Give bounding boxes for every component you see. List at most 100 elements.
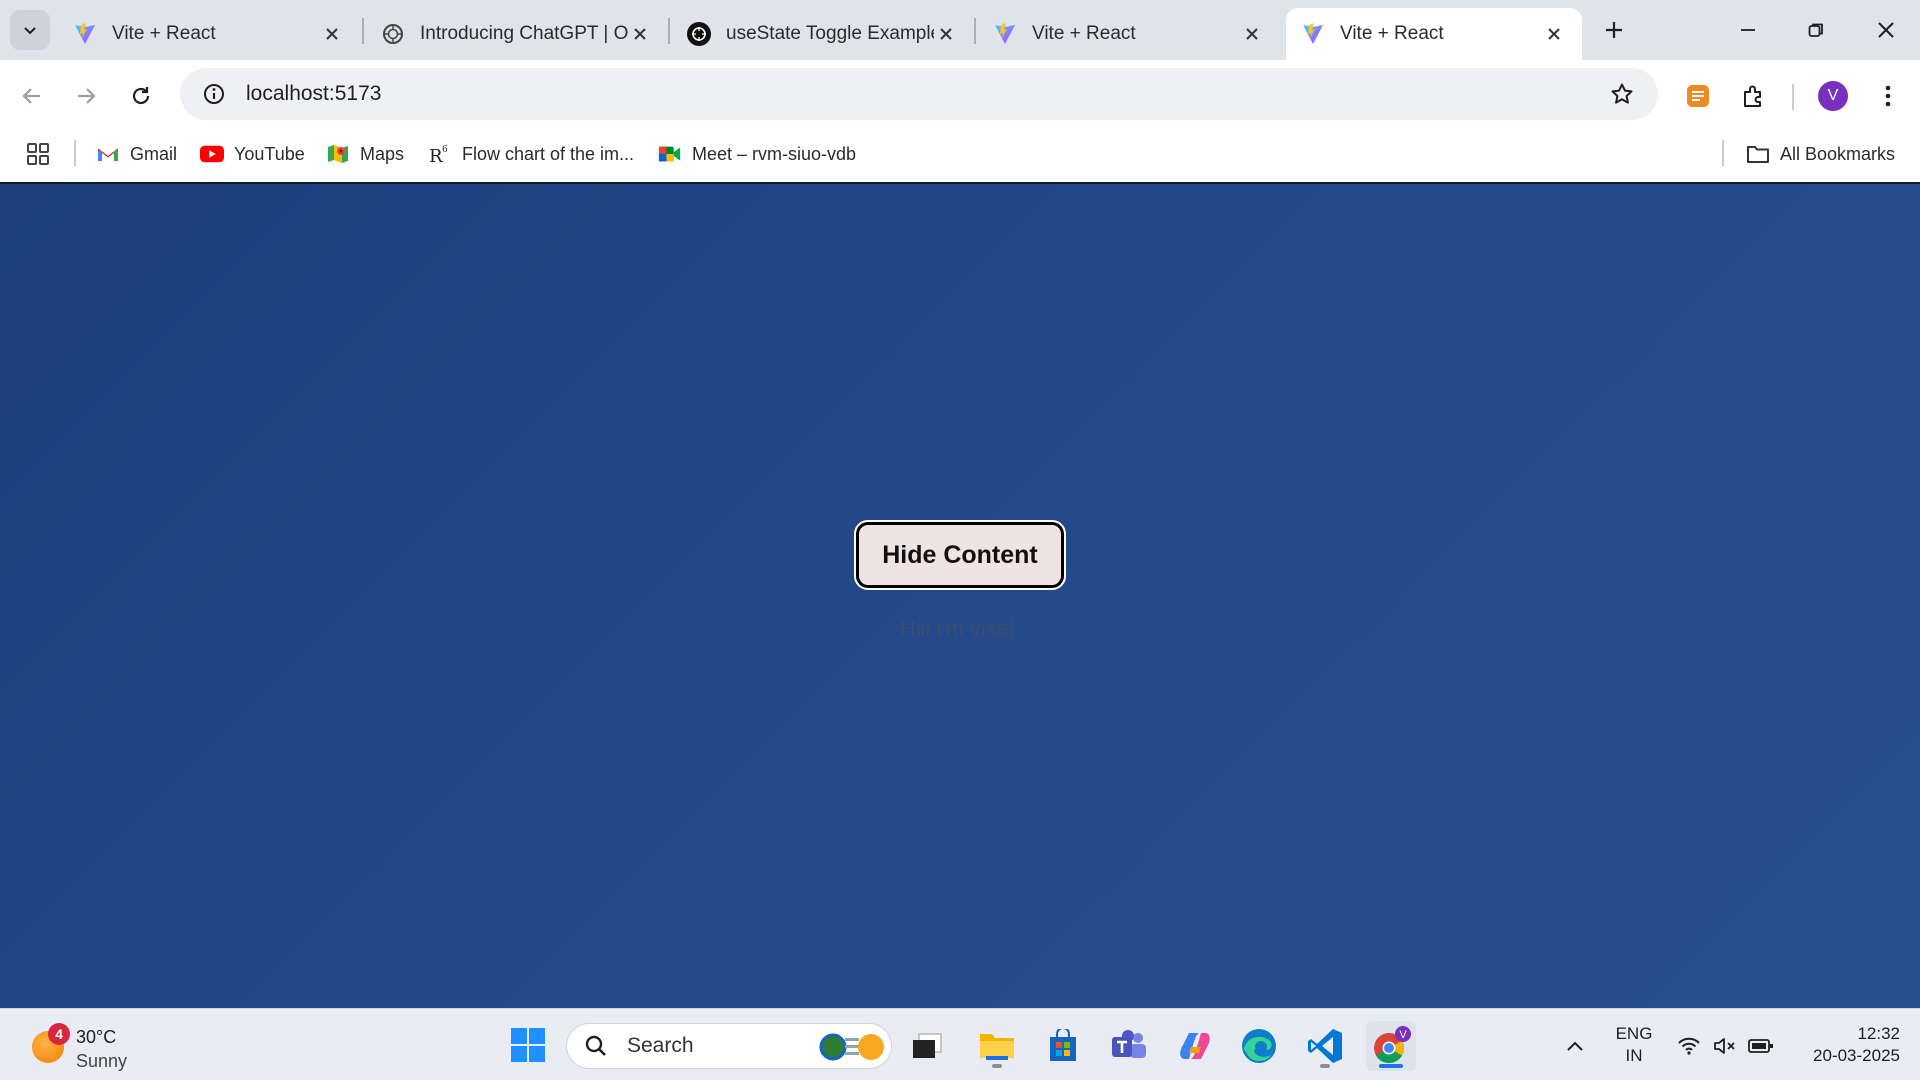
bookmark-meet[interactable]: Meet – rvm-siuo-vdb — [658, 132, 856, 176]
taskbar-edge[interactable] — [1234, 1021, 1284, 1071]
address-bar[interactable]: localhost:5173 — [180, 68, 1658, 120]
taskbar-teams[interactable] — [1104, 1021, 1154, 1071]
taskbar-search-box[interactable]: Search — [566, 1023, 892, 1069]
extension-notes-icon[interactable] — [1676, 74, 1720, 118]
reload-button[interactable] — [121, 76, 161, 116]
tab-title: Introducing ChatGPT | Op — [420, 23, 628, 44]
vscode-icon — [1308, 1029, 1342, 1063]
taskbar-chrome[interactable]: V — [1366, 1021, 1416, 1071]
bookmark-flow-chart[interactable]: R6 Flow chart of the im... — [428, 132, 634, 176]
chrome-icon: V — [1374, 1026, 1411, 1063]
page-viewport: Hide Content Hiii i'm visal. — [0, 182, 1920, 1008]
tab-separator — [668, 18, 670, 44]
tab-title: Vite + React — [1340, 23, 1444, 44]
wifi-status[interactable] — [1672, 1021, 1706, 1071]
running-indicator — [992, 1064, 1002, 1068]
youtube-icon — [200, 142, 224, 166]
system-clock[interactable]: 12:32 20-03-2025 — [1790, 1023, 1900, 1067]
battery-status[interactable] — [1744, 1021, 1778, 1071]
plus-icon — [1606, 22, 1622, 38]
tab-title: useState Toggle Example — [726, 23, 934, 44]
apps-grid-button[interactable] — [26, 132, 50, 176]
taskbar-microsoft-store[interactable] — [1038, 1021, 1088, 1071]
reload-icon — [132, 87, 150, 105]
all-bookmarks-button[interactable]: All Bookmarks — [1746, 132, 1895, 176]
running-indicator — [1320, 1064, 1330, 1068]
bookmark-gmail[interactable]: Gmail — [96, 132, 177, 176]
chrome-profile-initial: V — [1399, 1029, 1407, 1041]
toolbar-divider — [1792, 84, 1794, 110]
forward-button[interactable] — [66, 76, 106, 116]
new-tab-button[interactable] — [1598, 14, 1630, 46]
svg-text:6: 6 — [442, 145, 448, 155]
bookmark-maps[interactable]: Maps — [326, 132, 404, 176]
bookmarks-divider — [74, 140, 76, 166]
arrow-left-icon — [22, 88, 40, 104]
tab-separator — [974, 18, 976, 44]
openai-icon — [380, 21, 406, 47]
extensions-puzzle-icon[interactable] — [1732, 74, 1776, 118]
close-window-button[interactable] — [1862, 10, 1910, 50]
toggle-content-button[interactable]: Hide Content — [854, 520, 1066, 590]
taskbar-copilot[interactable] — [1170, 1021, 1220, 1071]
search-icon — [581, 1031, 611, 1061]
taskbar-file-explorer[interactable] — [972, 1021, 1022, 1071]
avatar: V — [1818, 81, 1848, 111]
meet-icon — [658, 142, 682, 166]
profile-button[interactable]: V — [1811, 74, 1855, 118]
store-icon — [1050, 1029, 1076, 1061]
gmail-icon — [96, 142, 120, 166]
tab-search-button[interactable] — [10, 10, 50, 50]
tab-usestate-toggle[interactable]: useState Toggle Example — [672, 8, 974, 60]
weather-widget[interactable]: 4 30°C Sunny — [28, 1021, 168, 1071]
close-icon[interactable] — [628, 22, 652, 46]
clock-time: 12:32 — [1857, 1024, 1900, 1043]
tab-strip: Vite + React Introducing ChatGPT | Op us… — [0, 0, 1920, 60]
bookmark-youtube[interactable]: YouTube — [200, 132, 305, 176]
close-icon[interactable] — [320, 22, 344, 46]
tab-introducing-chatgpt[interactable]: Introducing ChatGPT | Op — [366, 8, 668, 60]
bookmark-label: Flow chart of the im... — [462, 143, 635, 164]
folder-icon — [980, 1034, 1014, 1060]
clock-date: 20-03-2025 — [1813, 1046, 1900, 1065]
site-info-icon[interactable] — [194, 74, 234, 114]
volume-status[interactable] — [1708, 1021, 1742, 1071]
start-button[interactable] — [506, 1023, 550, 1067]
battery-icon — [1748, 1039, 1773, 1053]
tab-vite-react-2[interactable]: Vite + React — [978, 8, 1280, 60]
chevron-down-icon — [24, 27, 36, 35]
apps-grid-icon — [27, 143, 49, 165]
windows-logo-icon — [511, 1028, 545, 1062]
search-placeholder: Search — [627, 1034, 694, 1057]
close-icon[interactable] — [934, 22, 958, 46]
weather-temperature: 30°C — [76, 1027, 117, 1047]
show-hidden-icons-button[interactable] — [1560, 1021, 1590, 1071]
browser-toolbar: localhost:5173 V Gmail YouTube Maps R 6 … — [0, 60, 1920, 188]
taskbar-vscode[interactable] — [1300, 1021, 1350, 1071]
taskbar-task-view[interactable] — [902, 1021, 952, 1071]
tab-vite-react-1[interactable]: Vite + React — [58, 8, 360, 60]
running-indicator — [1379, 1064, 1403, 1068]
bookmark-star-icon[interactable] — [1604, 76, 1640, 112]
close-icon[interactable] — [1542, 22, 1566, 46]
back-button[interactable] — [12, 76, 52, 116]
chevron-up-icon — [1567, 1041, 1583, 1051]
wifi-icon — [1678, 1037, 1700, 1055]
openai-icon — [686, 21, 712, 47]
restore-icon — [1808, 23, 1823, 37]
windows-taskbar: 4 30°C Sunny Search V ENG IN 12:32 20-03… — [0, 1008, 1920, 1080]
tab-title: Vite + React — [1032, 23, 1136, 44]
folder-icon — [1746, 142, 1770, 166]
browser-menu-button[interactable] — [1866, 74, 1910, 118]
notification-badge: 4 — [48, 1023, 70, 1045]
close-icon — [1878, 22, 1894, 38]
minimize-button[interactable] — [1724, 10, 1772, 50]
close-icon[interactable] — [1240, 22, 1264, 46]
restore-button[interactable] — [1792, 10, 1840, 50]
weather-condition: Sunny — [76, 1051, 128, 1071]
edge-icon — [1242, 1029, 1276, 1063]
bookmarks-divider — [1722, 140, 1724, 166]
tab-vite-react-active[interactable]: Vite + React — [1286, 8, 1582, 60]
language-indicator[interactable]: ENG IN — [1604, 1023, 1664, 1067]
url-text[interactable]: localhost:5173 — [246, 82, 381, 106]
